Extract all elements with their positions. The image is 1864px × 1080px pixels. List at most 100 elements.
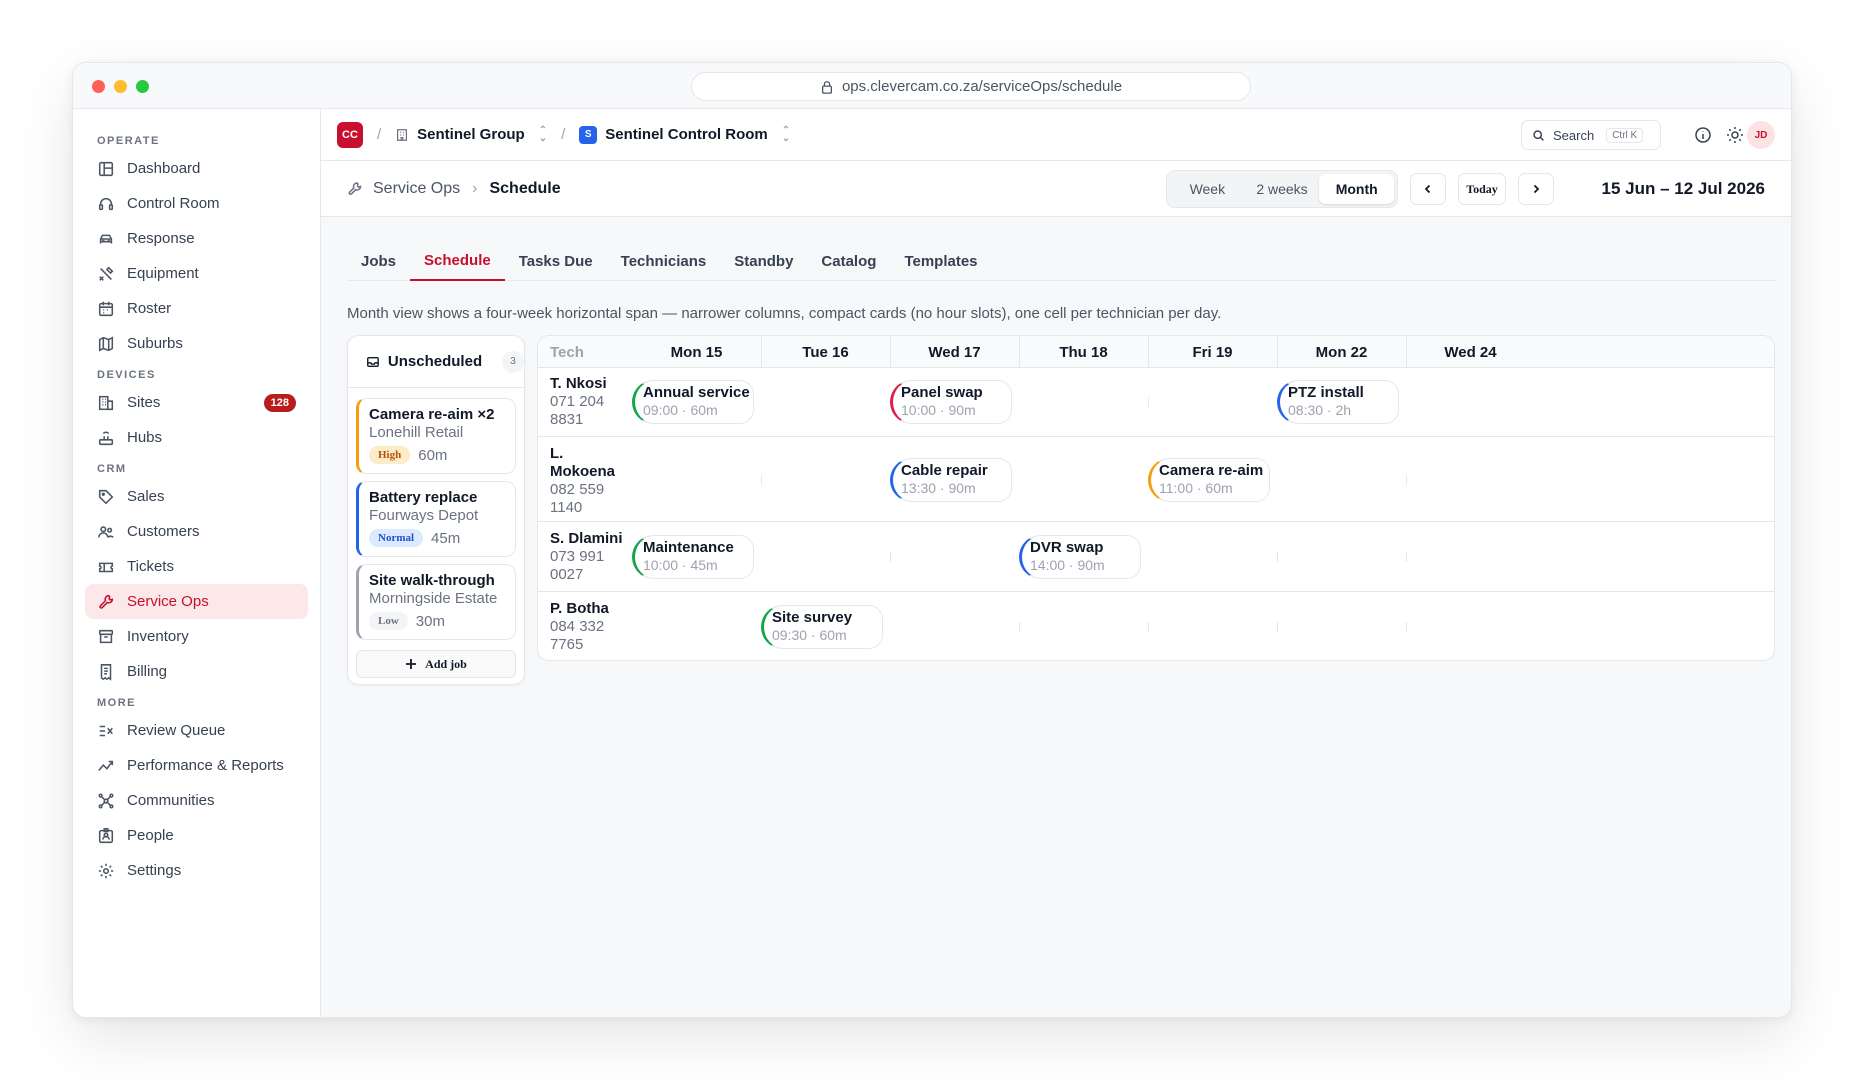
technician-row: T. Nkosi 071 204 8831 Annual service 09:00 ·…: [538, 367, 1774, 437]
sidebar-item-equipment[interactable]: Equipment: [85, 256, 308, 291]
close-window-button[interactable]: [92, 80, 105, 93]
unscheduled-job-card[interactable]: Camera re-aim ×2 Lonehill Retail High 60m: [356, 398, 516, 474]
maximize-window-button[interactable]: [136, 80, 149, 93]
sidebar-item-sales[interactable]: Sales: [85, 479, 308, 514]
job-meta: Low 30m: [369, 612, 505, 630]
sidebar-item-people[interactable]: People: [85, 818, 308, 853]
scheduled-job-card[interactable]: Panel swap 10:00 · 90m: [890, 380, 1012, 424]
unscheduled-title: Unscheduled: [387, 353, 483, 370]
sidebar-item-service-ops[interactable]: Service Ops: [85, 584, 308, 619]
users-icon: [98, 525, 114, 538]
add-job-button[interactable]: Add job: [356, 650, 516, 678]
scheduled-job-card[interactable]: Camera re-aim 11:00 · 60m: [1148, 457, 1270, 502]
sidebar-item-response[interactable]: Response: [85, 221, 308, 256]
sidebar-section-label: CRM: [97, 463, 127, 475]
day-column-header: Tue 16: [802, 343, 849, 361]
technician-phone: 082 559: [550, 481, 605, 498]
sidebar-item-communities[interactable]: Communities: [85, 783, 308, 818]
scheduled-job-card[interactable]: Cable repair 13:30 · 90m: [890, 457, 1012, 502]
receipt-icon: [100, 663, 112, 681]
unscheduled-job-card[interactable]: Battery replace Fourways Depot Normal 45m: [356, 481, 516, 557]
sidebar-item-label: Inventory: [127, 628, 189, 645]
tab-tasks-due[interactable]: Tasks Due: [505, 241, 607, 281]
technician-row: L. Mokoena 082 559 1140 Cable repair 13:30 ·…: [538, 437, 1774, 522]
sidebar-item-settings[interactable]: Settings: [85, 853, 308, 888]
sidebar-item-label: Response: [127, 230, 195, 247]
job-site: Morningside Estate: [369, 590, 498, 607]
technician-row: S. Dlamini 073 991 0027 Maintenance 10:00 · …: [538, 522, 1774, 592]
technician-name: S. Dlamini: [550, 530, 623, 547]
sidebar-item-customers[interactable]: Customers: [85, 514, 308, 549]
column-divider: [890, 336, 891, 368]
sidebar-item-tickets[interactable]: Tickets: [85, 549, 308, 584]
job-time: 10:00 · 45m: [643, 557, 718, 573]
job-title: DVR swap: [1030, 539, 1104, 556]
technician-phone: 073 991: [550, 548, 605, 565]
scheduled-job-card[interactable]: Site survey 09:30 · 60m: [761, 605, 883, 649]
sidebar-item-inventory[interactable]: Inventory: [85, 619, 308, 654]
view-2-weeks-button[interactable]: 2 weeks: [1245, 174, 1320, 204]
view-switcher: Week 2 weeks Month: [1166, 170, 1398, 208]
sidebar-item-label: Billing: [127, 663, 168, 680]
search-button[interactable]: Search Ctrl K: [1521, 120, 1661, 150]
sidebar-item-hubs[interactable]: Hubs: [85, 420, 308, 455]
archive-icon: [98, 629, 114, 643]
sidebar-item-performance-reports[interactable]: Performance & Reports: [85, 748, 308, 783]
sidebar-item-sites[interactable]: Sites 128: [85, 385, 308, 420]
sidebar-item-suburbs[interactable]: Suburbs: [85, 326, 308, 361]
priority-badge: Low: [369, 612, 408, 630]
sidebar: OPERATE Dashboard Control Room Response Equi…: [73, 109, 321, 1017]
technician-phone: 0027: [550, 566, 584, 583]
technician-phone: 7765: [550, 636, 584, 653]
workspace-switcher[interactable]: S Sentinel Control Room ⌃ ⌄: [579, 125, 790, 144]
app-logo[interactable]: CC: [337, 121, 363, 148]
technician-phone: 084 332: [550, 618, 605, 635]
scheduled-job-card[interactable]: PTZ install 08:30 · 2h: [1277, 380, 1399, 424]
sidebar-item-billing[interactable]: Billing: [85, 654, 308, 689]
unscheduled-job-card[interactable]: Site walk-through Morningside Estate Low 30…: [356, 564, 516, 640]
sidebar-item-label: Suburbs: [127, 335, 183, 352]
view-month-button[interactable]: Month: [1319, 174, 1395, 204]
sidebar-item-roster[interactable]: Roster: [85, 291, 308, 326]
day-column-header: Wed 17: [928, 343, 981, 361]
user-avatar[interactable]: JD: [1747, 121, 1775, 149]
previous-period-button[interactable]: [1410, 173, 1446, 205]
column-divider: [1019, 336, 1020, 368]
tab-templates[interactable]: Templates: [890, 241, 991, 281]
column-divider: [761, 336, 762, 368]
car-icon: [99, 234, 113, 243]
job-duration: 30m: [415, 612, 445, 630]
view-week-button[interactable]: Week: [1170, 174, 1245, 204]
breadcrumb-parent[interactable]: Service Ops: [373, 180, 460, 198]
tab-standby[interactable]: Standby: [720, 241, 807, 281]
technician-phone: 071 204: [550, 393, 605, 410]
page-header: Service Ops › Schedule Week 2 weeks Month …: [321, 161, 1791, 217]
today-button[interactable]: Today: [1458, 173, 1506, 205]
next-period-button[interactable]: [1518, 173, 1554, 205]
cell-divider: [1406, 622, 1407, 632]
browser-window: ops.clevercam.co.za/serviceOps/schedule …: [72, 62, 1792, 1018]
sidebar-item-control-room[interactable]: Control Room: [85, 186, 308, 221]
tab-catalog[interactable]: Catalog: [807, 241, 890, 281]
building-icon: [397, 128, 408, 141]
scheduled-job-card[interactable]: Maintenance 10:00 · 45m: [632, 535, 754, 579]
sun-icon[interactable]: [1725, 125, 1745, 145]
sidebar-item-label: Communities: [127, 792, 215, 809]
scheduled-job-card[interactable]: Annual service 09:00 · 60m: [632, 380, 754, 424]
scheduled-job-card[interactable]: DVR swap 14:00 · 90m: [1019, 535, 1141, 579]
sidebar-item-label: Service Ops: [127, 593, 209, 610]
sidebar-item-review-queue[interactable]: Review Queue: [85, 713, 308, 748]
job-meta: High 60m: [369, 446, 505, 464]
sidebar-item-dashboard[interactable]: Dashboard: [85, 151, 308, 186]
sidebar-item-label: Performance & Reports: [127, 757, 284, 774]
tab-technicians[interactable]: Technicians: [607, 241, 721, 281]
org-switcher[interactable]: Sentinel Group ⌃ ⌄: [395, 125, 547, 143]
tab-jobs[interactable]: Jobs: [347, 241, 410, 281]
tab-schedule[interactable]: Schedule: [410, 241, 505, 281]
id-card-icon: [98, 827, 114, 843]
add-job-label: Add job: [425, 656, 467, 671]
minimize-window-button[interactable]: [114, 80, 127, 93]
inbox-icon: [367, 356, 379, 367]
address-bar[interactable]: ops.clevercam.co.za/serviceOps/schedule: [691, 72, 1251, 101]
info-icon[interactable]: [1693, 125, 1713, 145]
